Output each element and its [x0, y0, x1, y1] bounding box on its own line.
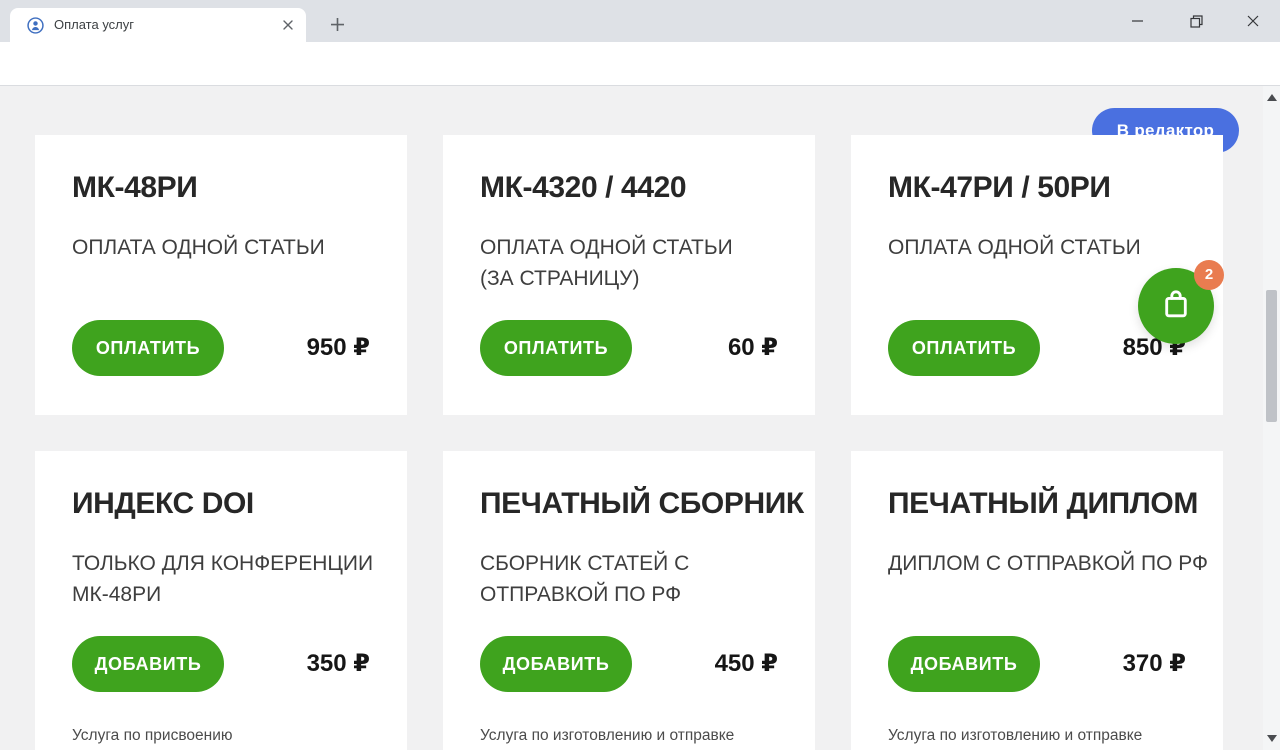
service-card: ПЕЧАТНЫЙ СБОРНИК СБОРНИК СТАТЕЙ С ОТПРАВ…	[443, 451, 815, 750]
service-subtitle: ДИПЛОМ С ОТПРАВКОЙ ПО РФ	[888, 548, 1208, 579]
tab-title: Оплата услуг	[54, 8, 134, 42]
scroll-down-icon[interactable]	[1267, 735, 1277, 742]
service-price: 950 ₽	[307, 320, 370, 376]
cart-button[interactable]: 2	[1138, 268, 1214, 344]
service-card: ПЕЧАТНЫЙ ДИПЛОМ ДИПЛОМ С ОТПРАВКОЙ ПО РФ…	[851, 451, 1223, 750]
service-title: ИНДЕКС DOI	[72, 487, 254, 521]
service-card: МК-48РИ ОПЛАТА ОДНОЙ СТАТЬИ ОПЛАТИТЬ 950…	[35, 135, 407, 415]
tab-strip: Оплата услуг	[0, 0, 1280, 42]
browser-tab[interactable]: Оплата услуг	[10, 8, 306, 42]
service-card: ИНДЕКС DOI ТОЛЬКО ДЛЯ КОНФЕРЕНЦИИ МК-48Р…	[35, 451, 407, 750]
service-title: ПЕЧАТНЫЙ ДИПЛОМ	[888, 487, 1198, 521]
scrollbar-thumb[interactable]	[1266, 290, 1277, 422]
service-title: МК-48РИ	[72, 171, 197, 205]
pay-button[interactable]: ОПЛАТИТЬ	[72, 320, 224, 376]
browser-window: Оплата услуг	[0, 0, 1280, 750]
service-subtitle: СБОРНИК СТАТЕЙ С ОТПРАВКОЙ ПО РФ	[480, 548, 689, 610]
pay-button[interactable]: ОПЛАТИТЬ	[480, 320, 632, 376]
service-price: 60 ₽	[728, 320, 778, 376]
service-subtitle: ОПЛАТА ОДНОЙ СТАТЬИ	[888, 232, 1141, 263]
tab-close-icon[interactable]	[278, 15, 298, 35]
service-card: МК-4320 / 4420 ОПЛАТА ОДНОЙ СТАТЬИ (ЗА С…	[443, 135, 815, 415]
window-minimize-icon[interactable]	[1115, 0, 1161, 42]
service-note: Услуга по изготовлению и отправке печатн…	[888, 723, 1142, 750]
window-maximize-icon[interactable]	[1173, 0, 1219, 42]
add-button[interactable]: ДОБАВИТЬ	[480, 636, 632, 692]
site-favicon-person-icon	[27, 17, 44, 34]
service-price: 350 ₽	[307, 636, 370, 692]
service-subtitle: ТОЛЬКО ДЛЯ КОНФЕРЕНЦИИ МК-48РИ	[72, 548, 373, 610]
service-title: МК-4320 / 4420	[480, 171, 686, 205]
add-button[interactable]: ДОБАВИТЬ	[72, 636, 224, 692]
service-subtitle: ОПЛАТА ОДНОЙ СТАТЬИ	[72, 232, 325, 263]
service-subtitle: ОПЛАТА ОДНОЙ СТАТЬИ (ЗА СТРАНИЦУ)	[480, 232, 733, 294]
service-price: 370 ₽	[1123, 636, 1186, 692]
new-tab-button[interactable]	[323, 10, 351, 38]
service-note: Услуга по присвоению статье индекса DOI	[72, 723, 232, 750]
service-title: ПЕЧАТНЫЙ СБОРНИК	[480, 487, 804, 521]
page-scrollbar[interactable]	[1263, 86, 1280, 750]
service-title: МК-47РИ / 50РИ	[888, 171, 1111, 205]
service-note: Услуга по изготовлению и отправке печатн…	[480, 723, 734, 750]
pay-button[interactable]: ОПЛАТИТЬ	[888, 320, 1040, 376]
scroll-up-icon[interactable]	[1267, 94, 1277, 101]
service-price: 450 ₽	[715, 636, 778, 692]
page-content: В редактор МК-48РИ ОПЛАТА ОДНОЙ СТАТЬИ О…	[0, 86, 1280, 750]
add-button[interactable]: ДОБАВИТЬ	[888, 636, 1040, 692]
browser-toolbar: digitalnauka.ru/oplata/	[0, 42, 1280, 86]
cart-count-badge: 2	[1194, 260, 1224, 290]
window-close-icon[interactable]	[1230, 0, 1276, 42]
shopping-bag-icon	[1158, 287, 1194, 326]
